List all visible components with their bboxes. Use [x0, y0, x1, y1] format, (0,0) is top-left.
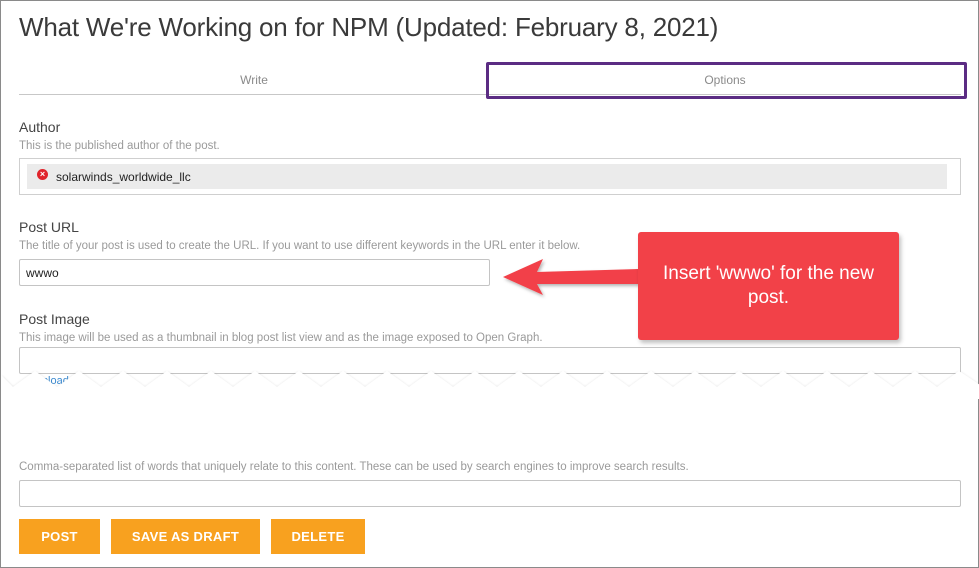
author-chip: × solarwinds_worldwide_llc: [27, 164, 947, 189]
torn-edge-divider: [1, 371, 979, 399]
post-button[interactable]: POST: [19, 519, 100, 554]
screenshot-frame: What We're Working on for NPM (Updated: …: [0, 0, 979, 568]
author-label: Author: [19, 119, 61, 135]
post-image-help-text: This image will be used as a thumbnail i…: [19, 332, 543, 344]
post-image-label: Post Image: [19, 311, 90, 327]
keywords-input[interactable]: [19, 480, 961, 507]
page-title: What We're Working on for NPM (Updated: …: [19, 12, 719, 42]
callout-arrow-icon: [503, 259, 639, 295]
remove-author-icon[interactable]: ×: [37, 169, 48, 180]
instruction-callout: Insert 'wwwo' for the new post.: [638, 232, 899, 340]
tab-write[interactable]: Write: [19, 65, 489, 95]
post-url-input[interactable]: wwwo: [19, 259, 490, 286]
tab-options[interactable]: Options: [489, 65, 961, 95]
save-as-draft-button[interactable]: SAVE AS DRAFT: [111, 519, 260, 554]
author-field[interactable]: × solarwinds_worldwide_llc: [19, 158, 961, 195]
delete-button[interactable]: DELETE: [271, 519, 365, 554]
post-url-help-text: The title of your post is used to create…: [19, 240, 581, 252]
author-name: solarwinds_worldwide_llc: [56, 169, 191, 184]
tab-bar: Write Options: [19, 65, 961, 95]
callout-text: Insert 'wwwo' for the new post.: [662, 263, 875, 308]
author-help-text: This is the published author of the post…: [19, 140, 220, 152]
post-url-label: Post URL: [19, 219, 79, 235]
keywords-help-text: Comma-separated list of words that uniqu…: [19, 461, 689, 473]
post-url-value: wwwo: [26, 265, 59, 280]
